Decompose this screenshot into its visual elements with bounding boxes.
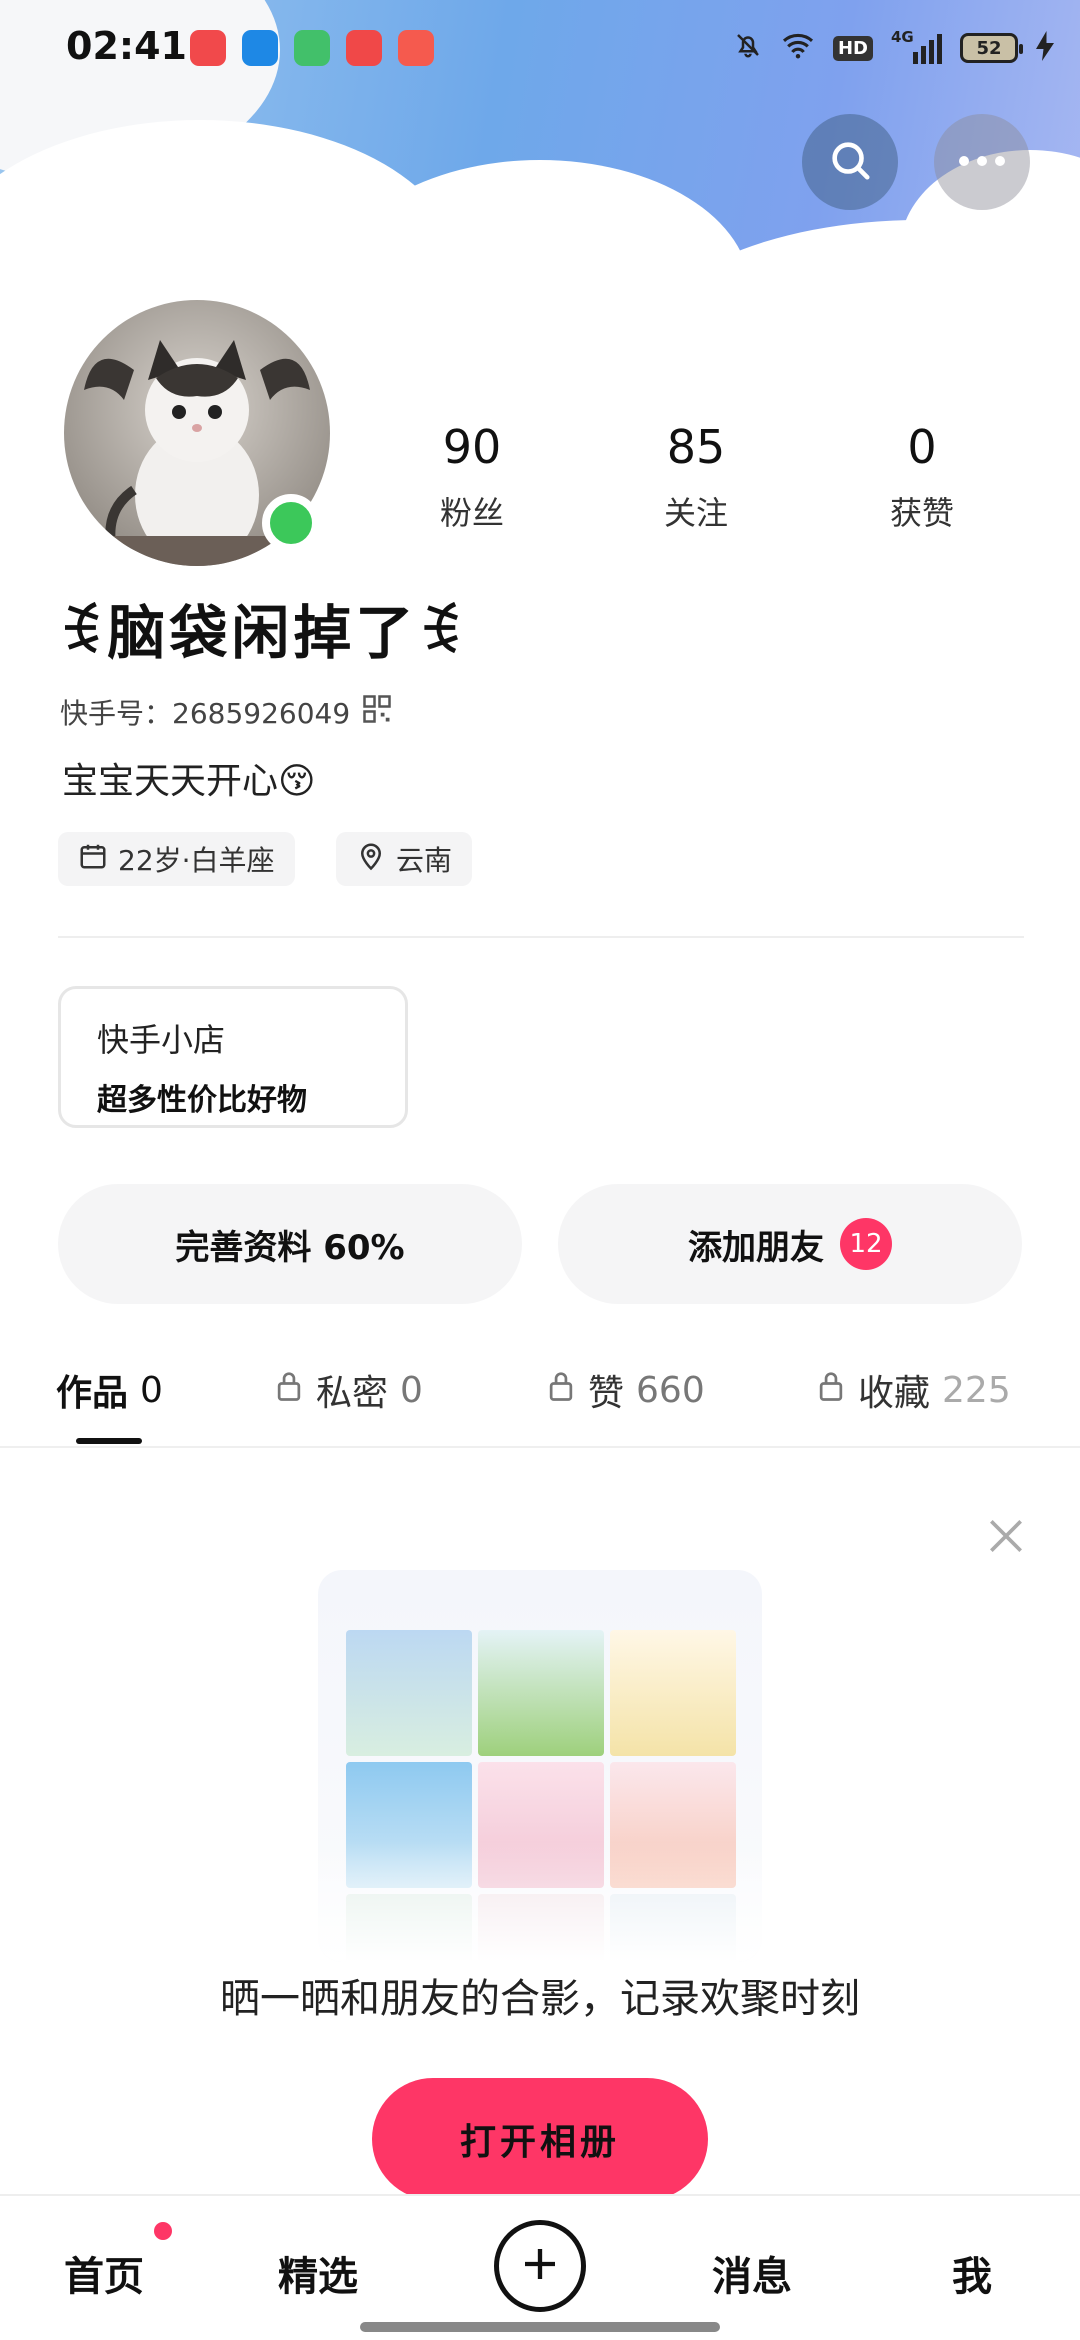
kwai-id-row[interactable]: 快手号：2685926049 [60,692,392,732]
location-text: 云南 [396,844,453,877]
bottom-navigation: 首页 精选 消息 我 [0,2194,1080,2340]
empty-state-prompt: 晒一晒和朋友的合影，记录欢聚时刻 [220,1976,860,2022]
tab-works-label: 作品 [56,1373,129,1414]
status-time: 02:41 [66,24,187,68]
section-divider [58,936,1024,938]
tab-favorites[interactable]: 收藏 225 [816,1364,1011,1416]
following-count: 85 [666,420,726,474]
location-tag: 云南 [336,832,473,886]
stat-following[interactable]: 85 关注 [626,420,766,534]
following-label: 关注 [663,494,728,532]
stat-followers[interactable]: 90 粉丝 [402,420,542,534]
profile-nickname: ꉂ脑袋闲掉了ꉂ [58,599,467,667]
search-button[interactable] [802,114,898,210]
album-thumb-frame [346,1630,472,1756]
tab-private[interactable]: 私密 0 [274,1364,423,1416]
active-tab-indicator [76,1438,142,1444]
followers-count: 90 [442,420,502,474]
calendar-icon [78,841,108,878]
nav-me[interactable]: 我 [952,2244,992,2302]
shop-subtitle: 超多性价比好物 [97,1083,307,1118]
complete-profile-label: 完善资料 60% [175,1227,405,1268]
open-album-button[interactable]: 打开相册 [372,2078,708,2200]
store-app-icon [294,30,330,66]
more-icon [957,153,1007,172]
followers-label: 粉丝 [439,494,504,532]
browser-app-icon [242,30,278,66]
add-friends-badge: 12 [840,1218,892,1270]
tab-likes-count: 660 [636,1369,705,1411]
signal-icon: 4G [891,28,942,64]
screen-record-app-icon [190,30,226,66]
shop-title: 快手小店 [97,1021,226,1059]
complete-profile-button[interactable]: 完善资料 60% [58,1184,522,1304]
nav-home-notification-dot [154,2222,172,2240]
lock-icon [274,1370,304,1411]
likes-received-count: 0 [907,420,937,474]
lock-icon [546,1370,576,1411]
tab-private-label: 私密 [316,1373,389,1414]
more-button[interactable] [934,114,1030,210]
tab-likes[interactable]: 赞 660 [546,1364,705,1416]
tab-private-count: 0 [400,1369,423,1411]
create-post-button[interactable] [494,2220,586,2312]
profile-bio: 宝宝天天开心😚 [62,761,316,802]
music-app-icon [398,30,434,66]
age-zodiac-tag: 22岁·白羊座 [58,832,295,886]
album-illustration [318,1570,762,1962]
tab-favorites-label: 收藏 [858,1373,931,1414]
tabs-divider [0,1446,1080,1448]
video-app-icon [346,30,382,66]
album-thumb-monkey [610,1630,736,1756]
nav-featured[interactable]: 精选 [278,2244,358,2302]
online-status-dot [262,494,320,552]
tab-works-count: 0 [140,1369,163,1411]
home-indicator [360,2322,720,2332]
search-icon [827,137,873,187]
add-friends-label: 添加朋友 [688,1227,824,1268]
album-thumb-field [478,1630,604,1756]
nav-messages[interactable]: 消息 [712,2244,792,2302]
tab-works[interactable]: 作品 0 [56,1364,163,1416]
tab-likes-label: 赞 [588,1373,625,1414]
location-icon [356,841,386,878]
qr-code-icon[interactable] [362,694,392,731]
mute-bell-icon [733,30,763,67]
network-type: 4G [891,28,914,46]
charging-icon [1036,31,1054,65]
album-fade [318,1842,762,1962]
battery-level: 52 [976,37,1002,59]
battery-indicator: 52 [960,33,1023,63]
lock-icon [816,1370,846,1411]
kwai-shop-card[interactable]: 快手小店 超多性价比好物 [58,986,408,1128]
likes-received-label: 获赞 [889,494,954,532]
kwai-id: 快手号：2685926049 [60,697,351,730]
plus-icon [520,2244,560,2288]
stat-likes-received[interactable]: 0 获赞 [852,420,992,534]
tab-favorites-count: 225 [942,1369,1011,1411]
nav-home[interactable]: 首页 [64,2244,144,2302]
wifi-icon [781,31,815,66]
add-friends-button[interactable]: 添加朋友 12 [558,1184,1022,1304]
close-icon[interactable] [984,1514,1028,1558]
age-zodiac-text: 22岁·白羊座 [118,844,275,877]
hd-indicator: HD [832,35,873,61]
status-bar: 02:41 HD 4G 52 [0,0,1080,96]
